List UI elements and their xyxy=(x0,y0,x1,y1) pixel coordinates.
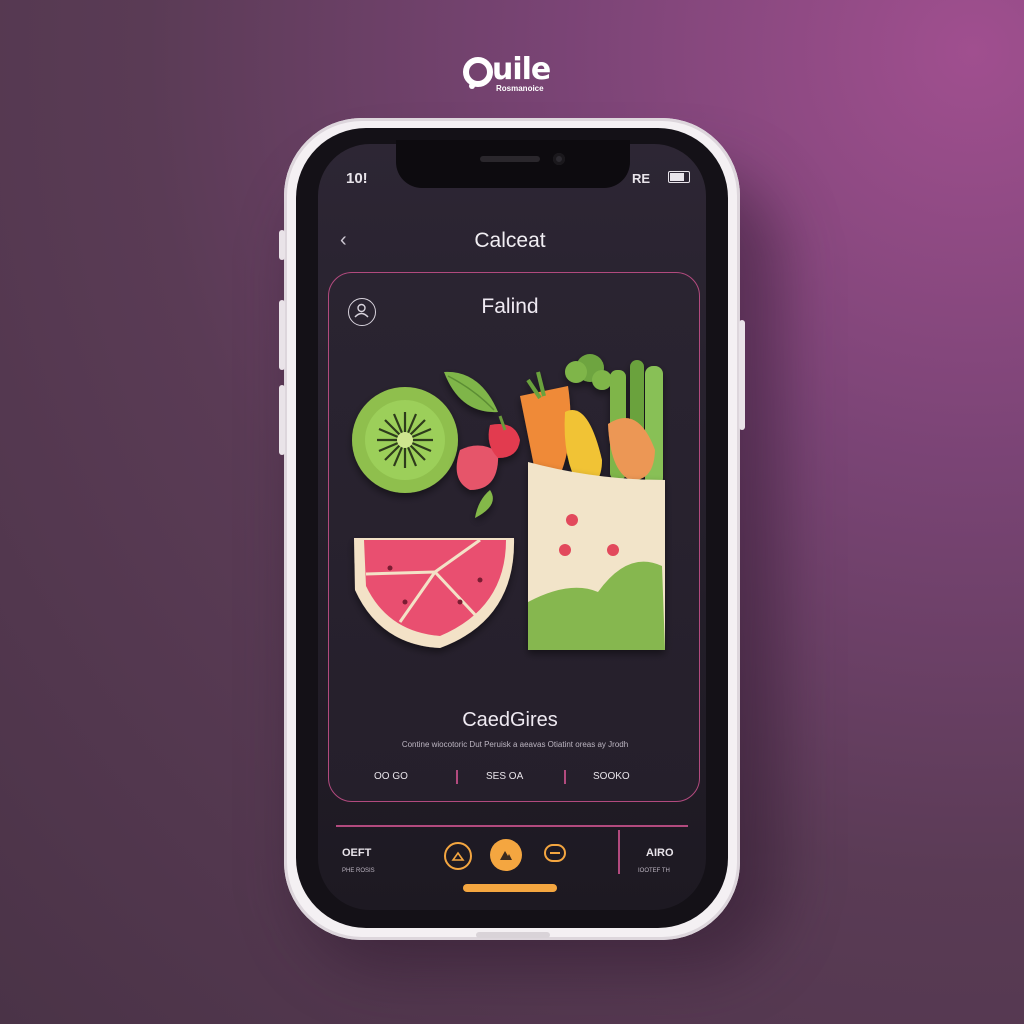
app-logo: uile Rosmanoice xyxy=(462,52,562,98)
volume-up-button xyxy=(279,300,285,370)
card-title: Falind xyxy=(481,295,539,318)
bottom-vertical-divider xyxy=(618,830,620,874)
mute-switch xyxy=(279,230,285,260)
chevron-left-icon[interactable]: ‹ xyxy=(340,228,356,252)
stat-item: SOOKO xyxy=(593,771,630,782)
watermelon-icon xyxy=(354,538,515,648)
status-signal: RE xyxy=(632,171,651,186)
card-description: Contine wiocotoric Dut Peruisk a aeavas … xyxy=(401,740,629,749)
front-camera xyxy=(553,153,565,165)
card-subtitle: CaedGires xyxy=(462,709,558,731)
battery-icon xyxy=(668,171,690,183)
speaker-grille xyxy=(480,156,540,162)
home-indicator[interactable] xyxy=(463,884,557,892)
nav-right-sublabel: IOOTEF TH xyxy=(638,868,670,874)
bag-icon xyxy=(528,462,665,650)
bottom-divider xyxy=(336,825,688,827)
profile-icon[interactable] xyxy=(348,298,376,326)
phone-bottom-bar xyxy=(476,932,550,938)
logo-subtext: Rosmanoice xyxy=(496,84,544,93)
nav-left-sublabel: PHE ROSIS xyxy=(342,868,375,874)
nav-left-label[interactable]: OEFT xyxy=(342,847,371,859)
stat-divider xyxy=(564,770,566,784)
stat-divider xyxy=(456,770,458,784)
volume-down-button xyxy=(279,385,285,455)
radish-icon xyxy=(456,415,520,518)
power-button xyxy=(739,320,745,430)
mountain-icon[interactable] xyxy=(490,839,522,871)
notch xyxy=(396,140,630,188)
menu-icon[interactable] xyxy=(544,844,566,862)
kiwi-icon xyxy=(352,387,458,493)
food-illustration xyxy=(352,354,665,650)
page-title: Calceat xyxy=(474,229,546,252)
stat-item: OO GO xyxy=(374,771,408,782)
stat-item: SES OA xyxy=(486,771,524,782)
status-time: 10! xyxy=(346,170,368,187)
nav-right-label[interactable]: AIRO xyxy=(646,847,674,859)
timer-icon[interactable] xyxy=(444,842,472,870)
logo-text: uile xyxy=(492,52,551,87)
